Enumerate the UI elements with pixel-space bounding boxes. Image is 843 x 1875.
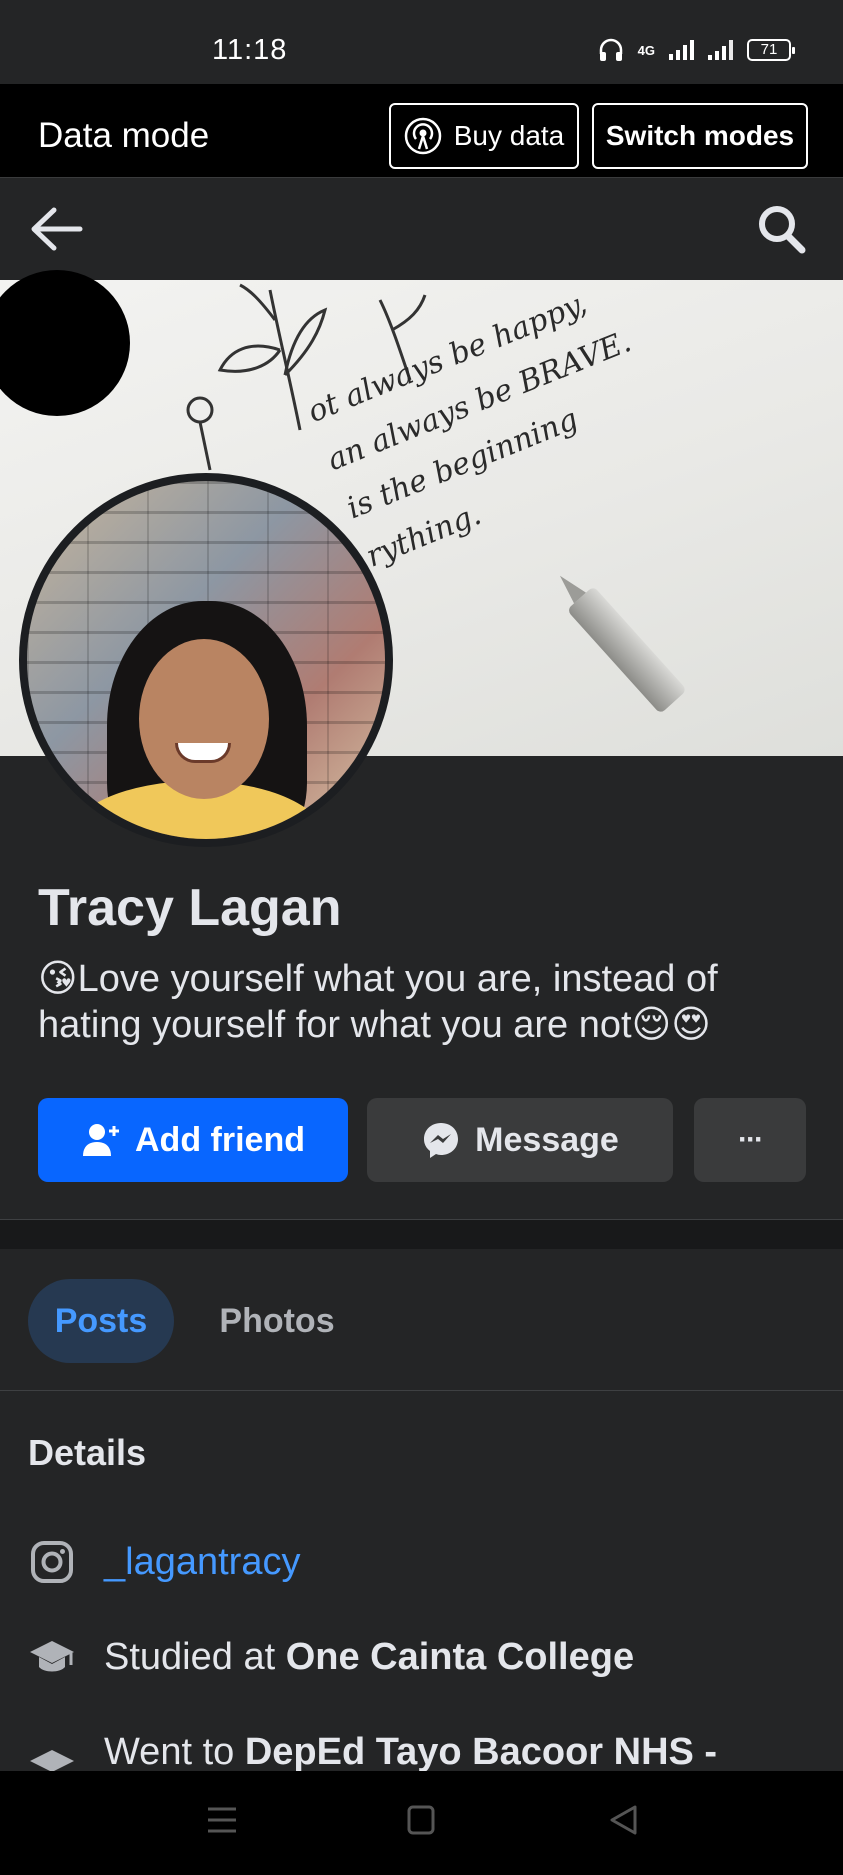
add-friend-button[interactable]: Add friend (38, 1098, 348, 1182)
more-dots-icon: ··· (738, 1123, 764, 1156)
studied-school[interactable]: One Cainta College (286, 1636, 634, 1678)
details-heading: Details (28, 1432, 147, 1473)
status-icons: 4G 71 (598, 38, 795, 62)
buy-data-label: Buy data (453, 120, 565, 151)
detail-instagram[interactable]: _lagantracy (28, 1532, 300, 1592)
studied-prefix: Studied at (104, 1635, 286, 1678)
add-person-icon (83, 1124, 119, 1156)
profile-actions: Add friend Message ··· (38, 1098, 806, 1182)
profile-tabs: Posts Photos (0, 1249, 843, 1391)
profile-bio: 😘Love yourself what you are, instead of … (38, 956, 818, 1048)
search-icon[interactable] (755, 202, 807, 256)
headphones-icon (599, 38, 622, 61)
status-time: 11:18 (212, 34, 288, 66)
broadcast-icon (404, 117, 441, 155)
signal-icon (669, 40, 694, 60)
back-arrow-icon[interactable] (28, 204, 84, 254)
bio-emoji-start: 😘 (38, 958, 78, 1000)
buy-data-button[interactable]: Buy data (389, 103, 579, 169)
home-icon[interactable] (405, 1803, 437, 1837)
section-divider (0, 1219, 843, 1249)
network-type: 4G (637, 42, 655, 58)
tab-posts[interactable]: Posts (28, 1279, 174, 1363)
more-options-button[interactable]: ··· (694, 1098, 806, 1182)
bio-text: Love yourself what you are, instead of h… (38, 958, 718, 1046)
message-button[interactable]: Message (367, 1098, 673, 1182)
graduation-cap-icon (28, 1633, 76, 1681)
menu-icon[interactable] (205, 1803, 239, 1837)
profile-name: Tracy Lagan (38, 879, 342, 937)
went-prefix: Went to (104, 1730, 245, 1773)
bio-emoji-end: 😌😍 (631, 1004, 711, 1046)
switch-modes-label: Switch modes (605, 120, 795, 151)
instagram-icon (28, 1538, 76, 1586)
message-label: Message (475, 1120, 619, 1159)
messenger-icon (424, 1123, 459, 1158)
studied-text: Studied at One Cainta College (104, 1636, 634, 1679)
top-nav (0, 178, 843, 280)
add-friend-label: Add friend (135, 1120, 305, 1159)
detail-studied: Studied at One Cainta College (28, 1627, 634, 1687)
tab-photos[interactable]: Photos (200, 1279, 354, 1363)
signal-2-icon (708, 40, 733, 60)
avatar-face (139, 639, 269, 799)
back-triangle-icon[interactable] (607, 1803, 639, 1837)
profile-avatar[interactable] (19, 473, 393, 847)
system-nav-bar (0, 1771, 843, 1875)
went-school[interactable]: DepEd Tayo Bacoor NHS - (245, 1731, 717, 1773)
status-bar: 11:18 4G 71 (0, 0, 843, 84)
battery-icon: 71 (747, 39, 795, 61)
graduation-cap-2-icon (28, 1728, 76, 1776)
switch-modes-button[interactable]: Switch modes (592, 103, 808, 169)
data-mode-label: Data mode (38, 116, 210, 155)
data-mode-bar: Data mode Buy data Switch modes (0, 84, 843, 178)
went-text: Went to DepEd Tayo Bacoor NHS - (104, 1731, 717, 1774)
pen-image (566, 585, 688, 715)
instagram-link[interactable]: _lagantracy (104, 1541, 300, 1584)
battery-level: 71 (760, 41, 778, 58)
